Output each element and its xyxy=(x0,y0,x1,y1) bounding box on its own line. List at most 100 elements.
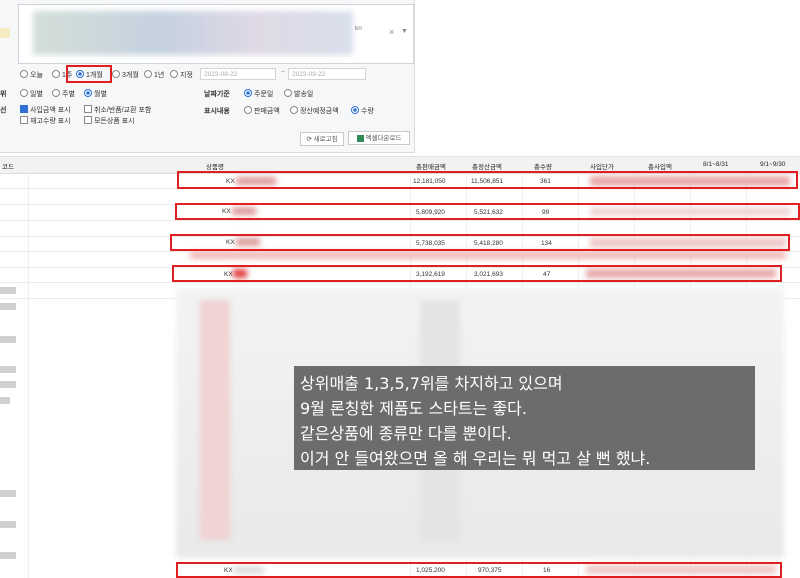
basis-order-label: 주문일 xyxy=(254,91,274,98)
highlight-row-5 xyxy=(176,562,782,578)
radio-icon xyxy=(170,70,178,79)
column-divider xyxy=(28,172,29,578)
filter-panel: kn × ▼ 오늘 1주 1개월 3개월 1년 지정 2022-08-22 ~ … xyxy=(0,0,415,153)
display-settle[interactable]: 정산예정금액 xyxy=(290,106,339,116)
left-badge xyxy=(0,366,16,373)
radio-icon xyxy=(284,89,292,98)
options-label: 선 xyxy=(0,107,7,114)
col-total-purchase: 총사입액 xyxy=(648,164,672,171)
period-today[interactable]: 오늘 xyxy=(20,70,43,80)
refresh-label: 새로고침 xyxy=(313,136,338,143)
left-badge xyxy=(0,521,16,528)
highlight-row-4 xyxy=(172,265,782,282)
caption-line-1: 상위매출 1,3,5,7위를 차지하고 있으며 xyxy=(300,374,563,393)
left-badge xyxy=(0,490,16,497)
period-today-label: 오늘 xyxy=(30,72,43,79)
left-badge xyxy=(0,552,16,559)
caption-line-2: 9월 론칭한 제품도 스타트는 좋다. xyxy=(300,399,527,418)
highlight-row-1 xyxy=(177,171,798,189)
unit-label: 위 xyxy=(0,91,7,98)
check-stock-label: 재고수량 표시 xyxy=(30,118,71,125)
check-purchase-label: 사입금액 표시 xyxy=(30,107,71,114)
display-qty[interactable]: 수량 xyxy=(351,106,374,116)
check-cancel[interactable]: 취소/반품/교환 포함 xyxy=(84,105,151,115)
date-to-input[interactable]: 2022-09-22 xyxy=(288,68,366,80)
checkbox-icon xyxy=(84,116,92,125)
display-label: 표시내용 xyxy=(204,108,230,115)
check-stock[interactable]: 재고수량 표시 xyxy=(20,116,71,126)
caption-overlay: 상위매출 1,3,5,7위를 차지하고 있으며 9월 론칭한 제품도 스타트는 … xyxy=(294,366,755,470)
unit-weekly-label: 주별 xyxy=(62,91,75,98)
period-custom[interactable]: 지정 xyxy=(170,70,193,80)
label-marker xyxy=(0,28,10,38)
radio-icon xyxy=(112,70,120,79)
unit-daily-label: 일별 xyxy=(30,91,43,98)
basis-ship-label: 발송일 xyxy=(294,91,314,98)
display-qty-label: 수량 xyxy=(361,108,374,115)
radio-icon xyxy=(20,70,28,79)
highlight-box-period xyxy=(66,65,112,83)
radio-icon xyxy=(52,89,60,98)
checkbox-icon xyxy=(20,116,28,125)
col-purchase-price: 사입단가 xyxy=(590,164,614,171)
blurred-region xyxy=(200,300,230,540)
period-3month[interactable]: 3개월 xyxy=(112,70,139,80)
left-badge xyxy=(0,397,10,404)
checkbox-checked-icon xyxy=(20,105,28,114)
radio-icon xyxy=(144,70,152,79)
period-year[interactable]: 1년 xyxy=(144,70,164,80)
date-separator: ~ xyxy=(281,69,286,76)
display-sales[interactable]: 판매금액 xyxy=(244,106,280,116)
radio-selected-icon xyxy=(351,106,359,115)
blurred-content xyxy=(33,11,353,55)
radio-selected-icon xyxy=(84,89,92,98)
col-total-settle: 총정산금액 xyxy=(472,164,502,171)
radio-icon xyxy=(290,106,298,115)
caption-line-4: 이거 안 들여왔으면 올 해 우리는 뭐 먹고 살 뻔 했냐. xyxy=(300,449,651,468)
unit-daily[interactable]: 일별 xyxy=(20,89,43,99)
basis-order[interactable]: 주문일 xyxy=(244,89,273,99)
clear-icon[interactable]: × xyxy=(389,27,394,37)
left-badge xyxy=(0,381,16,388)
radio-icon xyxy=(20,89,28,98)
period-3month-label: 3개월 xyxy=(122,72,139,79)
excel-download-button[interactable]: 엑셀다운로드 xyxy=(348,131,410,145)
highlight-row-2 xyxy=(175,203,800,220)
radio-icon xyxy=(52,70,60,79)
check-all-products-label: 모든상품 표시 xyxy=(94,118,135,125)
excel-label: 엑셀다운로드 xyxy=(365,135,402,142)
period-custom-label: 지정 xyxy=(180,72,193,79)
left-badge xyxy=(0,287,16,294)
col-product: 상품명 xyxy=(206,164,224,171)
unit-weekly[interactable]: 주별 xyxy=(52,89,75,99)
col-month1: 8/1~8/31 xyxy=(703,161,729,168)
caption-line-3: 같은상품에 종류만 다를 뿐이다. xyxy=(300,424,512,443)
left-badge xyxy=(0,336,16,343)
highlight-row-3 xyxy=(170,234,790,251)
select-suffix: kn xyxy=(355,25,362,32)
check-purchase[interactable]: 사입금액 표시 xyxy=(20,105,71,115)
product-select-box[interactable]: kn × ▼ xyxy=(18,4,414,64)
basis-ship[interactable]: 발송일 xyxy=(284,89,313,99)
check-cancel-label: 취소/반품/교환 포함 xyxy=(94,107,152,114)
unit-monthly-label: 월별 xyxy=(94,91,107,98)
display-settle-label: 정산예정금액 xyxy=(300,108,339,115)
excel-icon xyxy=(356,134,364,142)
blurred-subrow xyxy=(190,251,786,259)
period-year-label: 1년 xyxy=(154,72,165,79)
radio-selected-icon xyxy=(244,89,252,98)
checkbox-icon xyxy=(84,105,92,114)
refresh-button[interactable]: ⟳ 새로고침 xyxy=(300,132,344,146)
radio-icon xyxy=(244,106,252,115)
col-month2: 9/1~9/30 xyxy=(760,161,786,168)
chevron-down-icon[interactable]: ▼ xyxy=(401,28,408,35)
check-all-products[interactable]: 모든상품 표시 xyxy=(84,116,135,126)
refresh-icon: ⟳ xyxy=(306,136,314,143)
col-total-sales: 총판매금액 xyxy=(416,164,446,171)
unit-monthly[interactable]: 월별 xyxy=(84,89,107,99)
date-basis-label: 날짜기준 xyxy=(204,91,230,98)
date-from-input[interactable]: 2022-08-22 xyxy=(200,68,276,80)
col-total-qty: 총수량 xyxy=(534,164,552,171)
display-sales-label: 판매금액 xyxy=(254,108,280,115)
col-code: 코드 xyxy=(2,164,14,171)
